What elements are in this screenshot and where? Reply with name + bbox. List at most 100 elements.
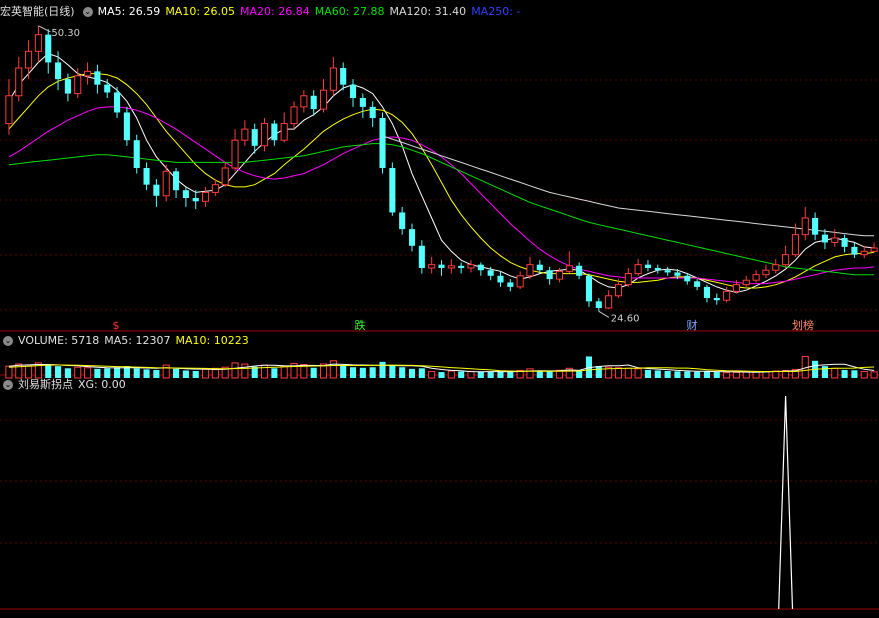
volume-bar (329, 360, 337, 379)
volume-bar (369, 367, 376, 378)
volume-bar (182, 370, 189, 378)
volume-bar (447, 370, 455, 379)
xg-signal-line (778, 395, 794, 610)
candlestick (851, 242, 858, 258)
candlestick (801, 206, 809, 241)
candle-body (55, 62, 62, 80)
ma-legend-item: MA250: - (471, 5, 521, 18)
candle-body (438, 264, 445, 268)
candle-body (732, 284, 740, 292)
candlestick (300, 90, 308, 113)
candle-body (231, 139, 239, 169)
candle-body (526, 264, 534, 277)
candle-body (340, 68, 347, 85)
volume-bar (595, 366, 602, 378)
candlestick (182, 186, 189, 207)
collapse-icon[interactable]: ⌄ (3, 336, 13, 346)
volume-bar (201, 368, 210, 379)
volume-ma10: MA10: 10223 (175, 334, 249, 347)
candle-body (211, 184, 219, 193)
candle-body (133, 140, 140, 168)
collapse-icon[interactable]: ⌄ (3, 380, 13, 390)
candle-body (300, 95, 308, 108)
candle-body (801, 217, 809, 236)
candlestick (595, 298, 602, 312)
candle-body (192, 198, 199, 202)
volume-bar (851, 370, 858, 378)
candlestick (45, 29, 52, 74)
candlestick (369, 101, 376, 127)
volume-bar (428, 371, 436, 379)
candlestick (173, 168, 180, 198)
candle-body (241, 128, 249, 141)
candle-body (153, 184, 160, 196)
candlestick (605, 290, 613, 310)
candlestick (467, 260, 475, 273)
candle-body (25, 50, 33, 69)
candle-body (290, 106, 298, 125)
volume-bar (133, 368, 140, 378)
candle-body (251, 129, 258, 146)
volume-bar (732, 371, 740, 379)
indicator-value: XG: 0.00 (78, 378, 126, 391)
candlestick (772, 259, 780, 274)
candlestick (84, 62, 92, 85)
candlestick (634, 259, 642, 276)
candlestick (497, 271, 504, 287)
candlestick (231, 129, 239, 172)
event-marker[interactable]: 财 (687, 318, 698, 332)
candle-body (201, 191, 210, 202)
collapse-icon[interactable]: ⌄ (82, 7, 93, 17)
volume-bar (831, 367, 839, 379)
volume-ma5: MA5: 12307 (104, 334, 171, 347)
candle-body (684, 275, 691, 282)
candlestick (576, 262, 583, 280)
volume-bar (477, 371, 484, 378)
candle-body (841, 238, 848, 247)
event-marker[interactable]: 划榜 (792, 318, 814, 332)
candle-body (379, 118, 386, 168)
candlestick (782, 245, 790, 268)
candlestick (399, 206, 406, 235)
volume-bar (654, 370, 661, 378)
candlestick (644, 260, 652, 272)
volume-bar (576, 371, 583, 378)
candlestick (15, 56, 23, 102)
candlestick (241, 120, 249, 146)
event-marker[interactable]: $ (113, 319, 120, 332)
candlestick (418, 240, 425, 274)
candle-body (555, 270, 564, 280)
stock-title[interactable]: 宏英智能(日线) (0, 5, 75, 18)
volume-bar (664, 371, 671, 378)
price-panel[interactable]: 50.30 24.60 $ 跌 财 划榜 (5, 25, 878, 332)
candlestick (133, 134, 140, 174)
candle-body (674, 272, 681, 276)
candle-body (497, 275, 504, 283)
candlestick (349, 79, 357, 107)
candlestick (624, 268, 632, 287)
candlestick (585, 273, 593, 307)
volume-bar (624, 367, 632, 379)
candlestick (477, 262, 484, 276)
volume-bar (399, 367, 406, 378)
volume-panel[interactable] (5, 355, 878, 379)
volume-bar (408, 368, 416, 378)
volume-bar (340, 365, 347, 378)
stock-chart[interactable]: 50.30 24.60 $ 跌 财 划榜 宏英智能(日线) ⌄ MA5: 26.59 MA10:… (0, 0, 879, 614)
candle-body (280, 123, 288, 141)
candle-body (369, 106, 376, 118)
volume-bar (389, 365, 396, 378)
candle-body (477, 264, 484, 271)
price-panel-header: 宏英智能(日线) ⌄ MA5: 26.59 MA10: 26.05 MA20: 26.8… (0, 4, 530, 20)
volume-bar (192, 371, 199, 378)
volume-bar (231, 362, 239, 379)
candle-body (576, 265, 583, 276)
volume-bar (143, 369, 150, 378)
chart-canvas[interactable]: 50.30 24.60 $ 跌 财 划榜 (0, 0, 879, 614)
volume-bar (310, 367, 317, 378)
candle-body (310, 95, 317, 110)
candlestick (664, 266, 671, 276)
event-marker[interactable]: 跌 (355, 318, 366, 332)
indicator-panel[interactable] (778, 395, 794, 610)
volume-bar (723, 372, 731, 379)
